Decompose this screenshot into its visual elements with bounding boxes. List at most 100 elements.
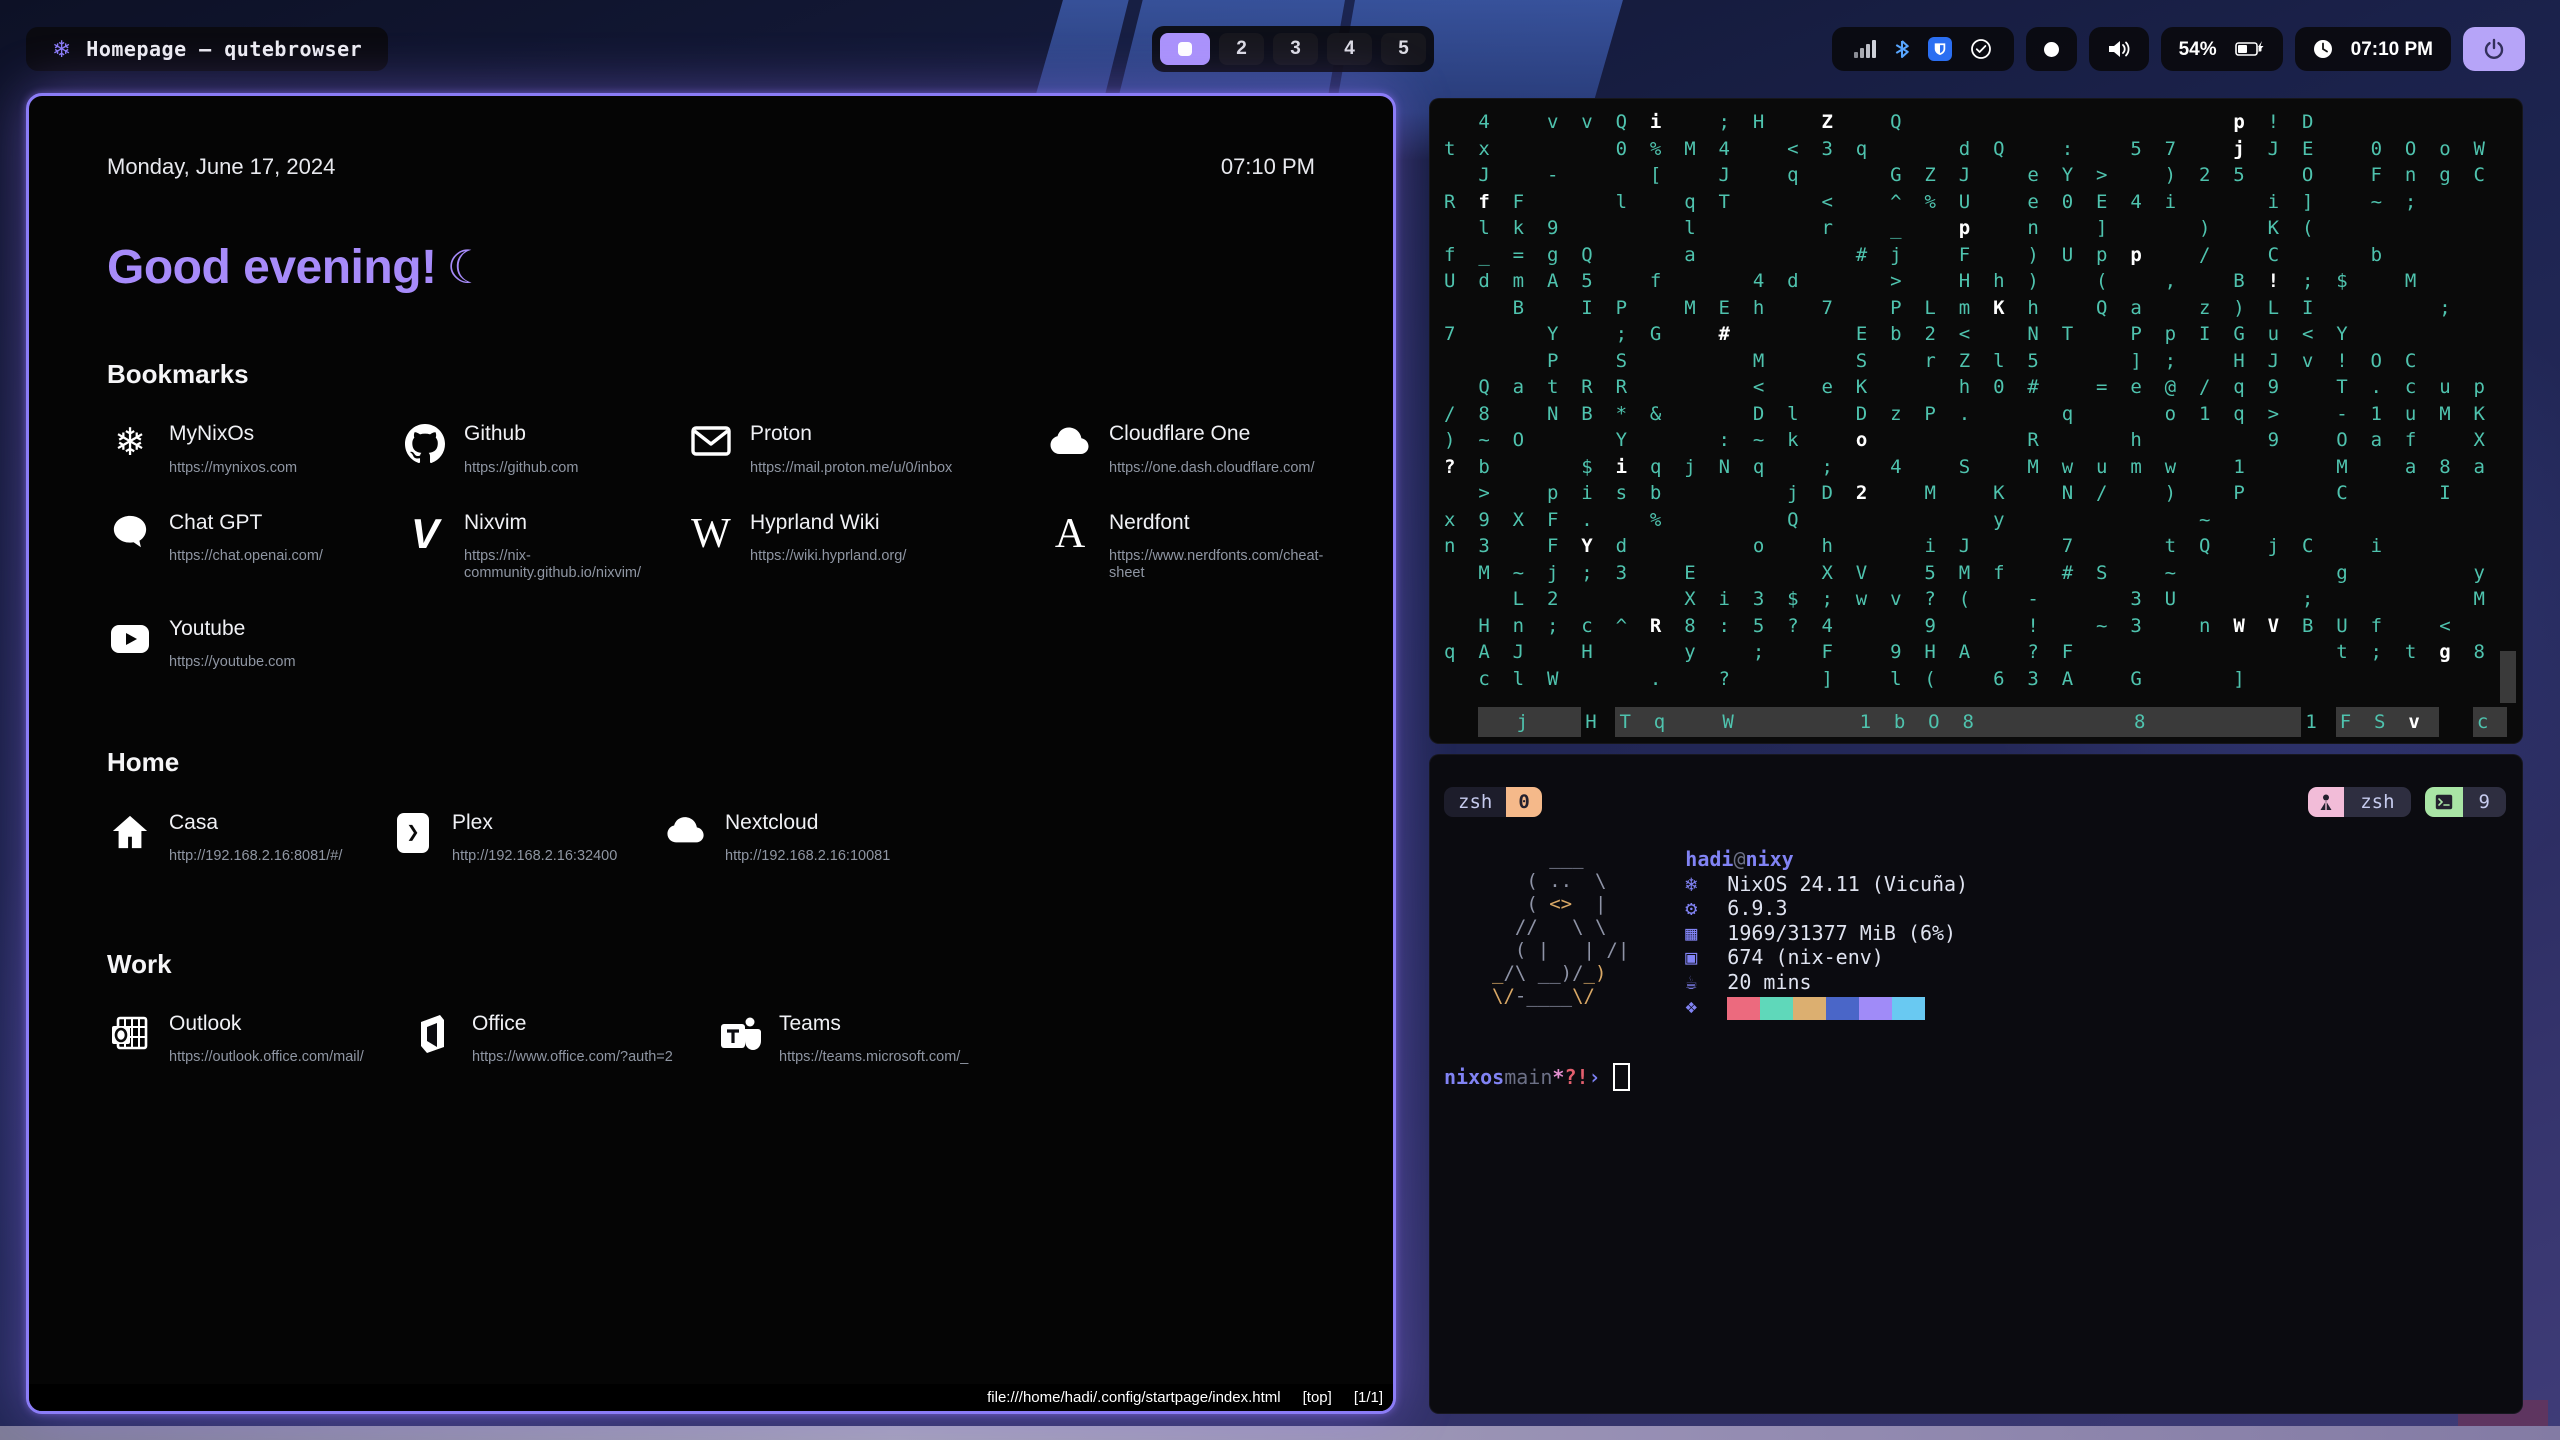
moon-icon: ☾ xyxy=(447,241,488,293)
matrix-scroll-block xyxy=(2500,651,2516,703)
bitwarden-icon xyxy=(1928,37,1952,61)
statusbar-url: file:///home/hadi/.config/startpage/inde… xyxy=(987,1390,1281,1405)
system-tray: 54% 07:10 PM xyxy=(1832,27,2525,71)
battery-pill[interactable]: 54% xyxy=(2161,27,2283,71)
palette-color-block xyxy=(1892,997,1925,1020)
kitty-tab-bar: zsh 0 zsh 9 xyxy=(1444,787,2506,817)
tab-index-badge: 0 xyxy=(1506,787,1541,817)
power-button[interactable] xyxy=(2463,27,2525,71)
packages-icon: ▣ xyxy=(1685,945,1727,970)
tray-status-icons[interactable] xyxy=(1832,27,2014,71)
cloud-icon xyxy=(1047,422,1093,474)
qutebrowser-window[interactable]: Monday, June 17, 2024 07:10 PM Good even… xyxy=(26,93,1396,1414)
home-icon xyxy=(107,811,153,863)
letter-v-icon: V xyxy=(402,511,448,563)
palette-icon: ❖ xyxy=(1685,994,1727,1020)
battery-percent: 54% xyxy=(2179,40,2217,59)
bookmark-hyprland-wiki[interactable]: W Hyprland Wiki https://wiki.hyprland.or… xyxy=(688,511,1047,583)
network-signal-icon xyxy=(1854,40,1876,58)
workspace-4[interactable]: 4 xyxy=(1327,33,1372,65)
fetch-uptime-row: ☕20 mins xyxy=(1685,970,1968,995)
fetch-memory-row: ▦1969/31377 MiB (6%) xyxy=(1685,921,1968,946)
workspace-5[interactable]: 5 xyxy=(1381,33,1426,65)
power-icon xyxy=(2483,38,2505,60)
clock-icon xyxy=(2313,39,2333,59)
fetch-packages-row: ▣674 (nix-env) xyxy=(1685,945,1968,970)
window-count-indicator: 9 xyxy=(2425,787,2506,817)
terminal-color-palette xyxy=(1727,997,1925,1020)
recording-indicator-pill[interactable] xyxy=(2026,27,2077,71)
matrix-terminal-window[interactable]: 4 v v Q i ; H Z Q p ! D t x 0 % M 4 < 3 … xyxy=(1429,98,2523,744)
chat-bubble-icon xyxy=(107,511,153,563)
letter-w-icon: W xyxy=(688,511,734,563)
terminal-cursor xyxy=(1613,1063,1630,1091)
greeting-heading: Good evening!☾ xyxy=(107,242,1315,295)
palette-color-block xyxy=(1793,997,1826,1020)
startpage-date: Monday, June 17, 2024 xyxy=(107,154,335,180)
bookmark-github[interactable]: Github https://github.com xyxy=(402,422,688,477)
user-icon xyxy=(2308,787,2344,817)
bookmark-casa[interactable]: Casa http://192.168.2.16:8081/#/ xyxy=(107,811,390,866)
clock-time: 07:10 PM xyxy=(2351,40,2433,59)
bookmark-nerdfont[interactable]: A Nerdfont https://www.nerdfonts.com/che… xyxy=(1047,511,1323,583)
fetch-os-row: ❄NixOS 24.11 (Vicuña) xyxy=(1685,872,1968,897)
prompt-host: nixos xyxy=(1444,1062,1504,1092)
work-grid: Outlook https://outlook.office.com/mail/… xyxy=(107,1012,1315,1067)
bookmark-youtube[interactable]: Youtube https://youtube.com xyxy=(107,617,402,672)
matrix-bottom-row: jHTqW1bO881FSvc xyxy=(1444,707,2514,737)
active-window-title-pill: ❄ Homepage — qutebrowser xyxy=(26,27,388,71)
plex-chevron-icon: ❯ xyxy=(390,811,436,863)
bookmark-mynixos[interactable]: ❄ MyNixOs https://mynixos.com xyxy=(107,422,402,477)
bookmark-chatgpt[interactable]: Chat GPT https://chat.openai.com/ xyxy=(107,511,402,583)
letter-a-icon: A xyxy=(1047,511,1093,563)
fastfetch-output: ___ ( .. \ ( <> | // \ \ ( | | /| _/\ __… xyxy=(1492,847,2522,1020)
penguin-ascii-art: ___ ( .. \ ( <> | // \ \ ( | | /| _/\ __… xyxy=(1492,847,1629,1020)
youtube-icon xyxy=(107,617,153,669)
window-title: Homepage — qutebrowser xyxy=(86,39,362,59)
startpage: Monday, June 17, 2024 07:10 PM Good even… xyxy=(29,96,1393,1067)
home-grid: Casa http://192.168.2.16:8081/#/ ❯ Plex … xyxy=(107,811,1315,866)
os-icon: ❄ xyxy=(1685,872,1727,897)
workspace-1-active[interactable] xyxy=(1160,33,1210,65)
wallpaper-bottom-band xyxy=(0,1426,2560,1440)
cloud-icon xyxy=(663,811,709,863)
bookmark-office[interactable]: Office https://www.office.com/?auth=2 xyxy=(410,1012,717,1067)
section-title-home: Home xyxy=(107,747,1315,778)
bookmark-nixvim[interactable]: V Nixvim https://nix-community.github.io… xyxy=(402,511,688,583)
tab-zsh[interactable]: zsh 0 xyxy=(1444,787,1542,817)
volume-pill[interactable] xyxy=(2089,27,2149,71)
section-title-bookmarks: Bookmarks xyxy=(107,359,1315,390)
bookmark-outlook[interactable]: Outlook https://outlook.office.com/mail/ xyxy=(107,1012,410,1067)
clock-pill[interactable]: 07:10 PM xyxy=(2295,27,2451,71)
fetch-kernel-row: ⚙6.9.3 xyxy=(1685,896,1968,921)
section-title-work: Work xyxy=(107,949,1315,980)
prompt-arrow: › xyxy=(1589,1062,1601,1092)
palette-color-block xyxy=(1859,997,1892,1020)
prompt-status-flags: ?! xyxy=(1564,1062,1588,1092)
fetch-user-host: hadi@nixy xyxy=(1685,847,1968,872)
bookmarks-grid: ❄ MyNixOs https://mynixos.com Github htt… xyxy=(107,422,1315,671)
nixos-logo-icon: ❄ xyxy=(52,38,71,61)
bookmark-nextcloud[interactable]: Nextcloud http://192.168.2.16:10081 xyxy=(663,811,1315,866)
shell-indicator: zsh xyxy=(2308,787,2410,817)
teams-icon xyxy=(717,1012,763,1064)
active-workspace-dot xyxy=(1178,42,1192,56)
bookmark-cloudflare-one[interactable]: Cloudflare One https://one.dash.cloudfla… xyxy=(1047,422,1323,477)
record-dot-icon xyxy=(2044,42,2059,57)
mail-icon xyxy=(688,422,734,474)
qutebrowser-statusbar: file:///home/hadi/.config/startpage/inde… xyxy=(29,1384,1393,1411)
bookmark-plex[interactable]: ❯ Plex http://192.168.2.16:32400 xyxy=(390,811,663,866)
workspace-3[interactable]: 3 xyxy=(1273,33,1318,65)
workspace-switcher[interactable]: 2 3 4 5 xyxy=(1152,26,1434,72)
palette-color-block xyxy=(1727,997,1760,1020)
workspace-2[interactable]: 2 xyxy=(1219,33,1264,65)
shell-prompt[interactable]: nixos main*?! › xyxy=(1444,1062,2522,1092)
github-icon xyxy=(402,422,448,474)
terminal-window[interactable]: zsh 0 zsh 9 ___ ( .. \ ( <> | // \ \ ( |… xyxy=(1429,754,2523,1414)
statusbar-tab-index: [1/1] xyxy=(1354,1390,1383,1405)
bookmark-teams[interactable]: Teams https://teams.microsoft.com/_ xyxy=(717,1012,1315,1067)
terminal-icon xyxy=(2425,787,2463,817)
bluetooth-icon xyxy=(1894,38,1910,60)
bookmark-proton[interactable]: Proton https://mail.proton.me/u/0/inbox xyxy=(688,422,1047,477)
tab-title: zsh xyxy=(1444,787,1506,817)
